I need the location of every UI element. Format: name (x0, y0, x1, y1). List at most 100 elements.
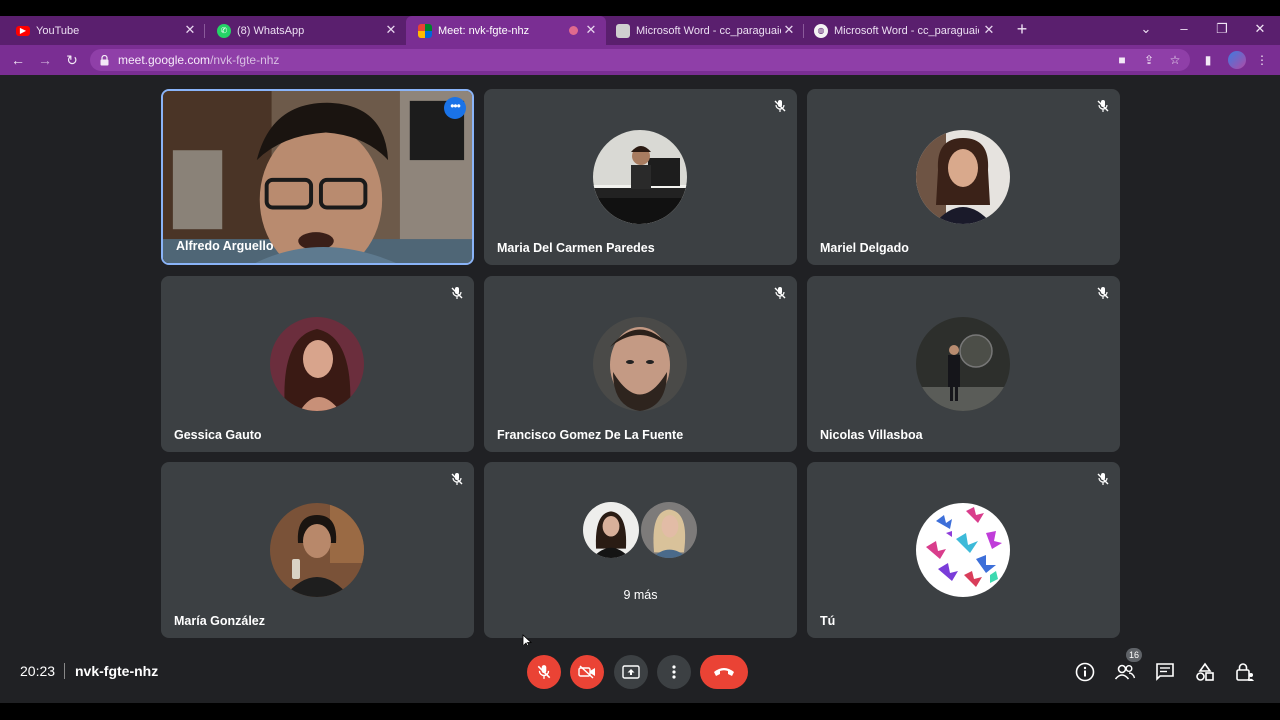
participant-avatar (581, 500, 641, 560)
participant-name: Alfredo Arguello (176, 239, 274, 253)
hang-up-icon (714, 668, 734, 676)
word-icon (616, 23, 630, 38)
people-button[interactable] (1114, 661, 1136, 683)
reload-icon[interactable]: ↻ (63, 51, 81, 69)
restore-icon[interactable]: ❐ (1214, 21, 1230, 37)
mic-off-icon (774, 100, 786, 112)
host-controls-button[interactable] (1234, 661, 1256, 683)
tab-label: Meet: nvk-fgte-nhz (438, 24, 530, 37)
window-close-icon[interactable]: ✕ (1252, 21, 1268, 37)
screen-top-border (0, 0, 1280, 16)
tab-label: (8) WhatsApp (237, 24, 305, 37)
meeting-code: nvk-fgte-nhz (75, 663, 159, 679)
forward-icon[interactable]: → (36, 51, 54, 69)
participant-avatar (639, 500, 699, 560)
info-icon (1075, 662, 1095, 682)
mic-off-icon (451, 287, 463, 299)
tab-meet[interactable]: Meet: nvk-fgte-nhz ✕ (406, 16, 606, 45)
recording-icon (569, 26, 578, 35)
new-tab-button[interactable]: + (1013, 20, 1031, 38)
meeting-details-button[interactable] (1074, 661, 1096, 683)
more-participants-label: 9 más (623, 588, 658, 602)
mic-off-icon (774, 287, 786, 299)
participant-tile-self[interactable]: Tú (807, 462, 1120, 638)
close-icon[interactable]: ✕ (982, 23, 996, 37)
participant-tile-gessica[interactable]: Gessica Gauto (161, 276, 474, 452)
more-vert-icon (672, 665, 676, 679)
mic-off-icon (1097, 473, 1109, 485)
participant-tile-alfredo[interactable]: ••• Alfredo Arguello (161, 89, 474, 265)
meet-icon (418, 23, 432, 38)
lock-icon[interactable] (100, 55, 109, 66)
toggle-mic-button[interactable] (527, 655, 561, 689)
camera-off-icon (578, 665, 595, 679)
url-host: meet.google.com (118, 53, 211, 67)
participant-avatar (270, 317, 364, 411)
close-icon[interactable]: ✕ (384, 23, 398, 37)
chat-button[interactable] (1154, 661, 1176, 683)
share-icon[interactable]: ⇪ (1141, 52, 1157, 68)
whatsapp-icon: ✆ (217, 23, 231, 38)
close-icon[interactable]: ✕ (183, 23, 197, 37)
participant-avatar (593, 317, 687, 411)
tab-whatsapp[interactable]: ✆ (8) WhatsApp ✕ (205, 16, 406, 45)
participant-avatar (916, 317, 1010, 411)
participant-options-button[interactable]: ••• (444, 97, 466, 119)
tab-youtube[interactable]: ▶ YouTube ✕ (0, 16, 205, 45)
tab-word-1[interactable]: Microsoft Word - cc_paraguaio.d ✕ (606, 16, 804, 45)
participant-name: Gessica Gauto (174, 428, 262, 442)
activities-button[interactable] (1194, 661, 1216, 683)
tab-search-icon[interactable]: ⌄ (1138, 21, 1154, 37)
camera-in-use-icon[interactable]: ■ (1114, 52, 1130, 68)
close-icon[interactable]: ✕ (584, 23, 598, 37)
side-panel-icon[interactable]: ▮ (1200, 52, 1216, 68)
profile-avatar[interactable] (1228, 51, 1246, 69)
back-icon[interactable]: ← (9, 51, 27, 69)
participant-tile-nicolas[interactable]: Nicolas Villasboa (807, 276, 1120, 452)
participant-avatar (916, 130, 1010, 224)
url-text[interactable]: meet.google.com/nvk-fgte-nhz (118, 53, 279, 67)
browser-menu-icon[interactable]: ⋮ (1254, 52, 1270, 68)
participant-name: María González (174, 614, 265, 628)
mic-off-icon (537, 665, 551, 679)
present-icon (622, 665, 640, 679)
participant-name: Tú (820, 614, 836, 628)
participant-avatar (593, 130, 687, 224)
screen-bottom-border (0, 703, 1280, 720)
participant-name: Mariel Delgado (820, 241, 909, 255)
people-count-badge: 16 (1126, 648, 1142, 662)
more-participants-tile[interactable]: 9 más (484, 462, 797, 638)
people-icon (1114, 664, 1136, 680)
participant-tile-maria-del-carmen[interactable]: Maria Del Carmen Paredes (484, 89, 797, 265)
participant-tile-mariel[interactable]: Mariel Delgado (807, 89, 1120, 265)
tab-label: Microsoft Word - cc_paraguaio.d (636, 24, 781, 37)
tab-label: YouTube (36, 24, 80, 37)
divider (64, 663, 65, 679)
lock-person-icon (1236, 663, 1254, 681)
youtube-icon: ▶ (16, 25, 30, 36)
browser-tab-strip: ▶ YouTube ✕ ✆ (8) WhatsApp ✕ Meet: nvk-f… (0, 16, 1280, 45)
leave-call-button[interactable] (700, 655, 748, 689)
url-path: /nvk-fgte-nhz (210, 53, 280, 67)
tab-word-2[interactable]: ◍ Microsoft Word - cc_paraguaio.d ✕ (804, 16, 1004, 45)
bookmark-star-icon[interactable]: ☆ (1167, 52, 1183, 68)
butterfly-avatar (916, 503, 1010, 597)
participant-tile-francisco[interactable]: Francisco Gomez De La Fuente (484, 276, 797, 452)
activities-icon (1196, 662, 1214, 681)
present-screen-button[interactable] (614, 655, 648, 689)
meeting-clock: 20:23 (20, 663, 56, 679)
close-icon[interactable]: ✕ (782, 23, 796, 37)
toggle-camera-button[interactable] (570, 655, 604, 689)
tab-label: Microsoft Word - cc_paraguaio.d (834, 24, 979, 37)
mic-off-icon (1097, 100, 1109, 112)
more-options-button[interactable] (657, 655, 691, 689)
participant-avatar (270, 503, 364, 597)
globe-icon: ◍ (814, 23, 828, 38)
chat-icon (1156, 663, 1174, 681)
mic-off-icon (451, 473, 463, 485)
participant-name: Francisco Gomez De La Fuente (497, 428, 684, 442)
participant-tile-maria-gonzalez[interactable]: María González (161, 462, 474, 638)
minimize-icon[interactable]: – (1176, 21, 1192, 37)
participant-name: Maria Del Carmen Paredes (497, 241, 655, 255)
participant-name: Nicolas Villasboa (820, 428, 923, 442)
